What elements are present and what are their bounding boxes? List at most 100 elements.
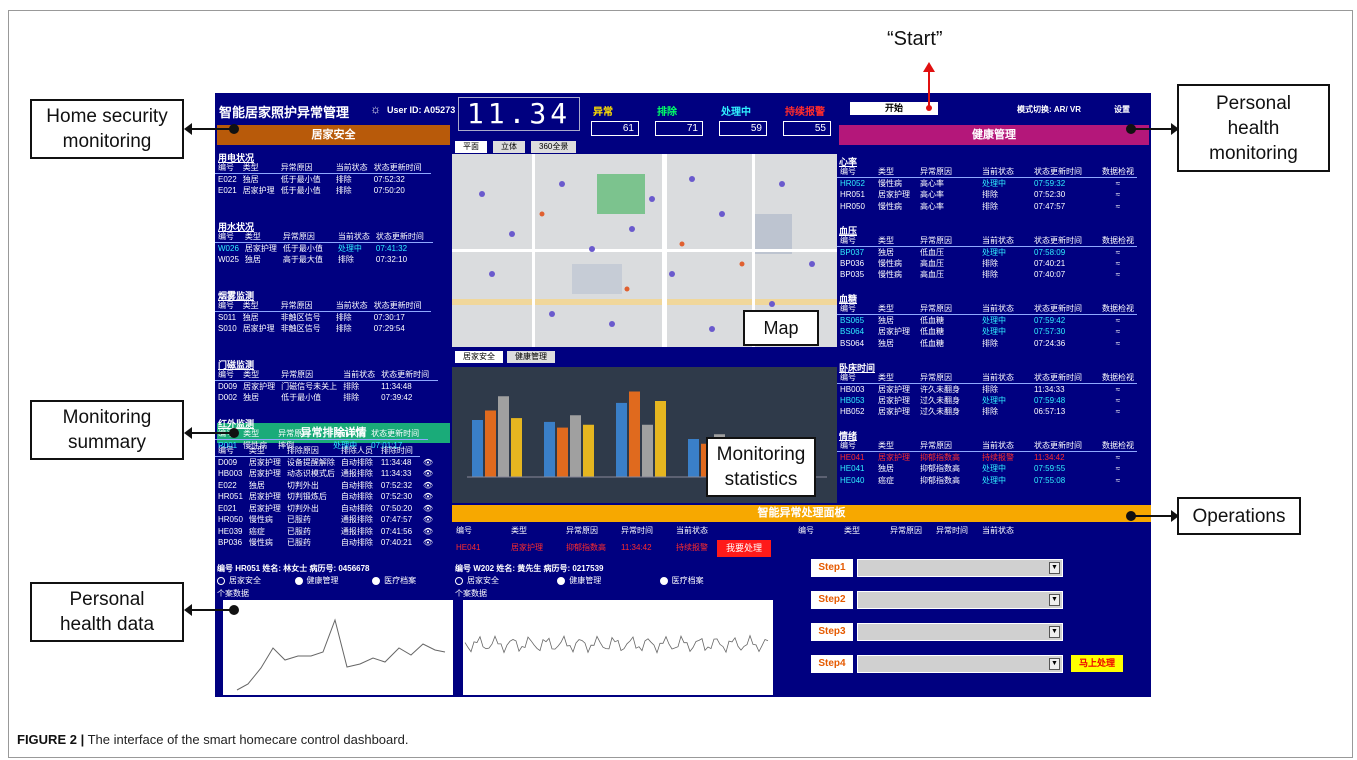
wave-icon[interactable]: ≈ — [1099, 383, 1137, 395]
wave-icon[interactable]: ≈ — [1099, 338, 1137, 350]
radio-option[interactable]: 医疗档案 — [659, 575, 762, 586]
stats-tab[interactable]: 居家安全 — [455, 351, 503, 363]
wave-icon[interactable]: ≈ — [1099, 246, 1137, 258]
radio-icon[interactable] — [557, 576, 566, 585]
table-row[interactable]: D009 居家护理 门磁信号未关上 排除 11:34:48 — [215, 381, 438, 393]
chevron-down-icon[interactable]: ▼ — [1049, 594, 1060, 606]
radio-option[interactable]: 居家安全 — [455, 575, 557, 586]
table-row[interactable]: HE041 独居 抑郁指数高 处理中 07:59:55 ≈ — [837, 463, 1137, 475]
eye-icon[interactable]: 👁 — [420, 514, 436, 526]
table-row[interactable]: D002 独居 低于最小值 排除 07:39:42 — [215, 392, 438, 404]
eye-icon[interactable]: 👁 — [420, 491, 436, 503]
table-row[interactable]: HR051 居家护理 高心率 排除 07:52:30 ≈ — [837, 189, 1137, 201]
table-row[interactable]: HE041 居家护理 抑郁指数高 11:34:42 持续报警 — [453, 537, 728, 559]
column-header: 状态更新时间 — [1031, 166, 1099, 178]
table-row[interactable]: W026 居家护理 低于最小值 处理中 07:41:32 — [215, 243, 433, 255]
table-row[interactable]: HB003 居家护理 许久未翻身 排除 11:34:33 ≈ — [837, 383, 1137, 395]
table-row[interactable]: BP037 独居 低血压 处理中 07:58:09 ≈ — [837, 246, 1137, 258]
table-row[interactable]: HR050 慢性病 已服药 通报排除 07:47:57 👁 — [215, 514, 436, 526]
wave-icon[interactable]: ≈ — [1099, 406, 1137, 418]
process-now-button[interactable]: 马上处理 — [1071, 655, 1123, 672]
table-cell: 独居 — [244, 255, 261, 265]
table-row[interactable]: HE040 癌症 抑郁指数高 处理中 07:55:08 ≈ — [837, 475, 1137, 487]
chevron-down-icon[interactable]: ▼ — [1049, 626, 1060, 638]
table-row[interactable]: S011 独居 非触区信号 排除 07:30:17 — [215, 312, 431, 324]
table-row[interactable]: BS064 独居 低血糖 排除 07:24:36 ≈ — [837, 338, 1137, 350]
stats-tab[interactable]: 健康管理 — [507, 351, 555, 363]
chevron-down-icon[interactable]: ▼ — [1049, 658, 1060, 670]
wave-icon[interactable]: ≈ — [1099, 475, 1137, 487]
table-row[interactable]: D009 居家护理 设备提醒解除 自动排除 11:34:48 👁 — [215, 457, 436, 469]
radio-icon[interactable] — [372, 576, 381, 585]
wave-icon[interactable]: ≈ — [1099, 315, 1137, 327]
step-dropdown[interactable]: ▼ — [857, 655, 1063, 673]
table-row[interactable]: BP035 慢性病 高血压 排除 07:40:07 ≈ — [837, 269, 1137, 281]
radio-option[interactable]: 健康管理 — [294, 575, 373, 586]
table-row[interactable]: W025 独居 高于最大值 排除 07:32:10 — [215, 254, 433, 266]
table-row[interactable]: E022 独居 切判外出 自动排除 07:52:32 👁 — [215, 480, 436, 492]
table-cell: 独居 — [242, 313, 259, 322]
table-row[interactable]: S010 居家护理 非触区信号 排除 07:29:54 — [215, 323, 431, 335]
column-header: 异常原因 — [917, 166, 979, 178]
radio-option[interactable]: 健康管理 — [557, 575, 659, 586]
table-row[interactable]: HR051 居家护理 切判锻炼后 自动排除 07:52:30 👁 — [215, 491, 436, 503]
eye-icon[interactable]: 👁 — [420, 468, 436, 480]
table-cell: D009 — [218, 382, 238, 391]
table-row[interactable]: E021 居家护理 切判外出 自动排除 07:50:20 👁 — [215, 503, 436, 515]
wave-icon[interactable]: ≈ — [1099, 269, 1137, 281]
table-cell: 07:39:42 — [381, 393, 413, 403]
table-row[interactable]: HE041 居家护理 抑郁指数高 持续报警 11:34:42 ≈ — [837, 452, 1137, 464]
eye-icon[interactable]: 👁 — [420, 457, 436, 469]
radio-option[interactable]: 居家安全 — [217, 575, 295, 586]
table-cell: 独居 — [878, 316, 894, 325]
table-row[interactable]: BP036 慢性病 已服药 自动排除 07:40:21 👁 — [215, 537, 436, 549]
wave-icon[interactable]: ≈ — [1099, 452, 1137, 464]
table-row[interactable]: HR050 慢性病 高心率 排除 07:47:57 ≈ — [837, 201, 1137, 213]
map-tab[interactable]: 360全景 — [531, 141, 577, 153]
eye-icon[interactable]: 👁 — [420, 480, 436, 492]
mode-switch[interactable]: 模式切换: AR/ VR — [1017, 104, 1081, 115]
table-cell: 设备提醒解除 — [286, 458, 335, 467]
map-tab[interactable]: 立体 — [493, 141, 525, 153]
wave-icon[interactable]: ≈ — [1099, 463, 1137, 475]
summary-radio-group: 居家安全 健康管理 医疗档案 — [217, 575, 452, 586]
wave-icon[interactable]: ≈ — [1099, 201, 1137, 213]
eye-icon[interactable]: 👁 — [420, 503, 436, 515]
column-header: 当前状态 — [979, 371, 1031, 384]
radio-icon[interactable] — [455, 576, 463, 585]
header-row: 编号类型异常原因当前状态状态更新时间 — [215, 428, 429, 440]
radio-option[interactable]: 医疗档案 — [372, 575, 450, 586]
radio-icon[interactable] — [294, 576, 303, 585]
step-dropdown[interactable]: ▼ — [857, 623, 1063, 641]
eye-icon[interactable]: 👁 — [420, 537, 436, 549]
map-tab[interactable]: 平面 — [455, 141, 487, 153]
step-dropdown[interactable]: ▼ — [857, 559, 1063, 577]
step-dropdown[interactable]: ▼ — [857, 591, 1063, 609]
wave-icon[interactable]: ≈ — [1099, 258, 1137, 270]
chevron-down-icon[interactable]: ▼ — [1049, 562, 1060, 574]
wave-icon[interactable]: ≈ — [1099, 189, 1137, 201]
step-label: Step2 — [811, 591, 853, 609]
table-row[interactable]: BS065 独居 低血糖 处理中 07:59:42 ≈ — [837, 315, 1137, 327]
table-row[interactable]: BP036 慢性病 高血压 排除 07:40:21 ≈ — [837, 258, 1137, 270]
table-row[interactable]: HE039 癌症 已服药 通报排除 07:41:56 👁 — [215, 526, 436, 538]
table-cell: 非触区信号 — [280, 324, 321, 334]
wave-icon[interactable]: ≈ — [1099, 326, 1137, 338]
table-row[interactable]: HR052 慢性病 高心率 处理中 07:59:32 ≈ — [837, 178, 1137, 190]
table-row[interactable]: E022 独居 低于最小值 排除 07:52:32 — [215, 174, 431, 186]
callout-start: “Start” — [887, 28, 943, 50]
table-row[interactable]: HB053 居家护理 过久未翻身 处理中 07:59:48 ≈ — [837, 395, 1137, 407]
radio-icon[interactable] — [217, 576, 225, 585]
wave-icon[interactable]: ≈ — [1099, 178, 1137, 190]
eye-icon[interactable]: 👁 — [420, 526, 436, 538]
wave-icon[interactable]: ≈ — [1099, 395, 1137, 407]
table-cell: W025 — [218, 255, 239, 265]
settings-button[interactable]: 设置 — [1114, 104, 1130, 115]
table-row[interactable]: HB003 居家护理 动态识模式后 通报排除 11:34:33 👁 — [215, 468, 436, 480]
table-row[interactable]: HB052 居家护理 过久未翻身 排除 06:57:13 ≈ — [837, 406, 1137, 418]
radio-icon[interactable] — [659, 576, 668, 585]
bar — [583, 424, 594, 477]
table-row[interactable]: E021 居家护理 低于最小值 排除 07:50:20 — [215, 185, 431, 197]
status-label: 持续报警 — [785, 107, 825, 118]
table-row[interactable]: BS064 居家护理 低血糖 处理中 07:57:30 ≈ — [837, 326, 1137, 338]
